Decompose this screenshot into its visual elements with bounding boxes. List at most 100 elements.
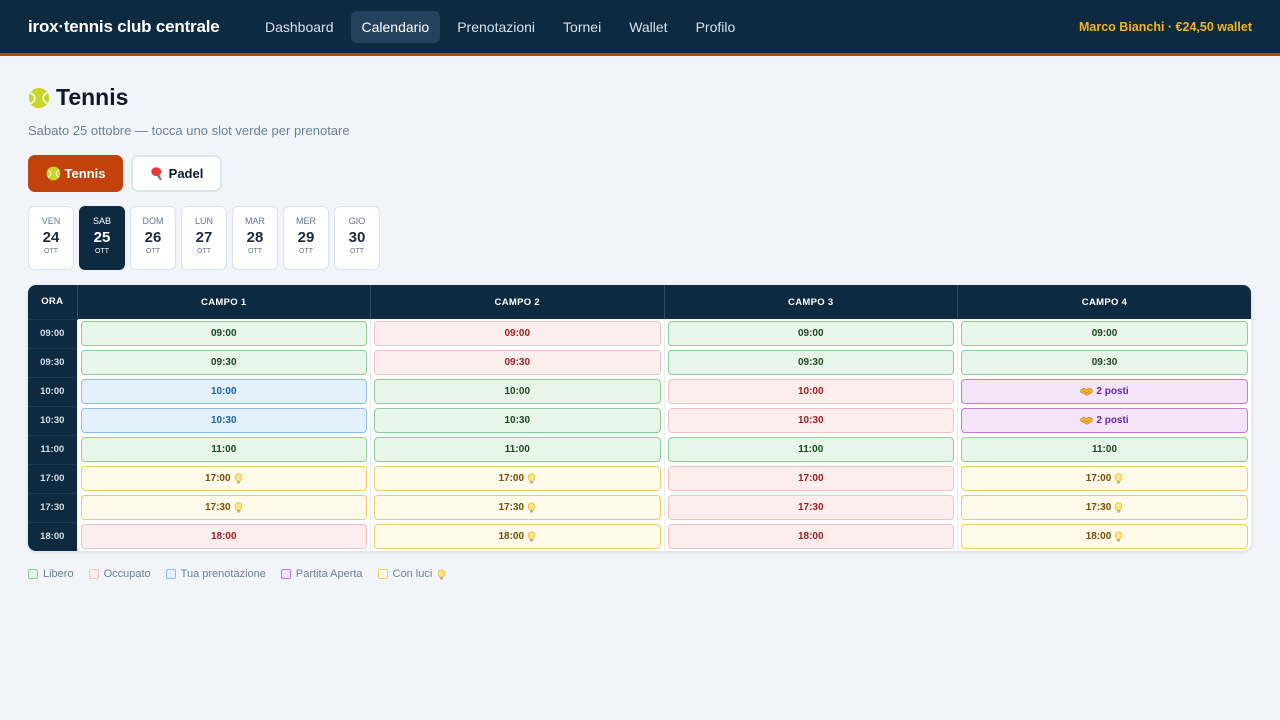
day-number: 26: [144, 229, 162, 246]
slot-free[interactable]: 10:30: [374, 408, 661, 433]
slot-label: 17:30: [204, 502, 231, 513]
schedule-cell: 11:00: [370, 435, 664, 464]
slot-busy[interactable]: 17:00: [667, 466, 954, 491]
slot-label: 09:00: [797, 328, 824, 339]
slot-label: 10:00: [210, 386, 237, 397]
slot-busy[interactable]: 18:00: [667, 524, 954, 549]
slot-light[interactable]: 18:00: [961, 524, 1248, 549]
slot-busy[interactable]: 18:00: [80, 524, 367, 549]
tennis-ball-icon: [28, 87, 50, 108]
legend-swatch: [280, 569, 291, 579]
schedule-grid: ORA CAMPO 1 CAMPO 2 CAMPO 3 CAMPO 4 09:00 09…: [28, 285, 1251, 551]
row-time-label: 09:30: [28, 347, 77, 377]
slot-light[interactable]: 17:30: [80, 495, 367, 520]
slot-label: 10:30: [210, 415, 237, 426]
schedule-cell: 17:00: [957, 464, 1251, 493]
slot-free[interactable]: 09:30: [667, 350, 954, 375]
day-number: 24: [42, 229, 60, 246]
main-nav: Dashboard Calendario Prenotazioni Tornei Wal…: [254, 10, 1079, 43]
schedule-cell: 17:00: [76, 464, 371, 493]
row-time-label: 18:00: [28, 521, 77, 551]
slot-mine[interactable]: 10:00: [80, 379, 367, 404]
legend-label: Libero: [43, 568, 74, 580]
slot-free[interactable]: 09:30: [80, 350, 367, 375]
slot-busy[interactable]: 09:00: [374, 321, 661, 346]
lightbulb-icon: [1114, 502, 1123, 513]
nav-item-dashboard[interactable]: Dashboard: [254, 11, 345, 43]
schedule-cell: 18:00: [957, 522, 1251, 551]
slot-label: 2 posti: [1096, 415, 1129, 426]
slot-label: 11:00: [211, 444, 237, 455]
day-dom-26[interactable]: DOM 26 OTT: [130, 206, 176, 270]
nav-item-tornei[interactable]: Tornei: [552, 11, 612, 43]
slot-free[interactable]: 11:00: [667, 437, 954, 462]
nav-item-calendario[interactable]: Calendario: [350, 10, 441, 43]
slot-label: 09:30: [1091, 357, 1118, 368]
slot-free[interactable]: 09:30: [961, 350, 1248, 375]
nav-item-prenotazioni[interactable]: Prenotazioni: [446, 11, 546, 43]
padel-racket-icon: [150, 166, 165, 181]
slot-label: 11:00: [798, 444, 824, 455]
slot-label: 09:00: [210, 328, 237, 339]
slot-light[interactable]: 17:00: [80, 466, 367, 491]
nav-item-profilo[interactable]: Profilo: [685, 11, 747, 43]
slot-light[interactable]: 17:00: [961, 466, 1248, 491]
court-header-4: CAMPO 4: [957, 285, 1251, 319]
slot-free[interactable]: 11:00: [961, 437, 1248, 462]
slot-open[interactable]: 2 posti: [961, 379, 1248, 404]
schedule-cell: 18:00: [663, 522, 958, 551]
slot-light[interactable]: 17:30: [961, 495, 1248, 520]
slot-busy[interactable]: 10:30: [667, 408, 954, 433]
legend-item-busy: Occupato: [88, 568, 151, 580]
day-number: 29: [297, 229, 315, 246]
schedule-cell: 09:00: [76, 319, 371, 348]
schedule-cell: 17:30: [663, 493, 958, 522]
day-mer-29[interactable]: MER 29 OTT: [283, 206, 329, 270]
slot-mine[interactable]: 10:30: [80, 408, 367, 433]
slot-label: 11:00: [504, 444, 530, 455]
day-lun-27[interactable]: LUN 27 OTT: [181, 206, 227, 270]
slot-free[interactable]: 09:00: [80, 321, 367, 346]
slot-free[interactable]: 09:00: [961, 321, 1248, 346]
schedule-cell: 09:30: [663, 348, 958, 377]
slot-label: 10:00: [797, 386, 824, 397]
slot-light[interactable]: 18:00: [374, 524, 661, 549]
slot-busy[interactable]: 09:30: [374, 350, 661, 375]
schedule-cell: 09:30: [76, 348, 371, 377]
slot-light[interactable]: 17:00: [374, 466, 661, 491]
day-sab-25[interactable]: SAB 25 OTT: [79, 206, 125, 270]
slot-label: 17:00: [1085, 473, 1112, 484]
schedule-cell: 11:00: [957, 435, 1251, 464]
schedule-cell: 09:00: [370, 319, 664, 348]
slot-open[interactable]: 2 posti: [961, 408, 1248, 433]
slot-label: 17:30: [1085, 502, 1112, 513]
user-wallet-info[interactable]: Marco Bianchi · €24,50 wallet: [1079, 20, 1252, 34]
slot-free[interactable]: 11:00: [374, 437, 661, 462]
slot-label: 17:30: [498, 502, 525, 513]
day-ven-24[interactable]: VEN 24 OTT: [28, 206, 74, 270]
slot-busy[interactable]: 10:00: [667, 379, 954, 404]
sport-tab-padel[interactable]: Padel: [131, 155, 222, 192]
slot-label: 17:00: [797, 473, 824, 484]
nav-item-wallet[interactable]: Wallet: [618, 11, 678, 43]
brand-logo[interactable]: irox·tennis club centrale: [28, 17, 254, 37]
day-gio-30[interactable]: GIO 30 OTT: [334, 206, 380, 270]
slot-free[interactable]: 09:00: [667, 321, 954, 346]
schedule-cell: 10:00: [370, 377, 664, 406]
slot-light[interactable]: 17:30: [374, 495, 661, 520]
day-month: OTT: [95, 248, 109, 255]
slot-free[interactable]: 10:00: [374, 379, 661, 404]
schedule-cell: 10:00: [76, 377, 371, 406]
sport-tab-tennis[interactable]: Tennis: [28, 155, 123, 192]
schedule-cell: 11:00: [663, 435, 958, 464]
day-mar-28[interactable]: MAR 28 OTT: [232, 206, 278, 270]
legend-item-free: Libero: [28, 568, 74, 580]
schedule-cell: 10:00: [663, 377, 958, 406]
schedule-row: 10:00 10:00 10:00 10:00 2 posti: [28, 376, 1251, 406]
slot-label: 11:00: [1091, 444, 1118, 455]
day-weekday: VEN: [41, 216, 61, 226]
schedule-cell: 10:30: [76, 406, 371, 435]
slot-free[interactable]: 11:00: [80, 437, 367, 462]
slot-label: 18:00: [210, 531, 237, 542]
slot-busy[interactable]: 17:30: [667, 495, 954, 520]
